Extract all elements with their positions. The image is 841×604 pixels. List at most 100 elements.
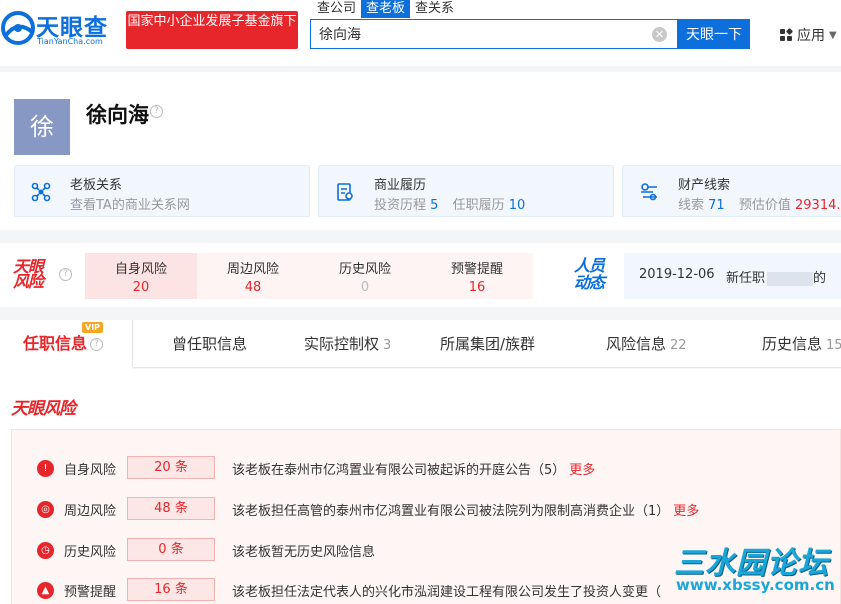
risk-row-desc: 该老板担任高管的泰州市亿鸿置业有限公司被法院列为限制高消费企业（1） 更多 — [232, 500, 699, 519]
risk-label: 预警提醒 — [450, 262, 503, 277]
card-title: 财产线索 — [678, 178, 731, 193]
risk-history[interactable]: 历史风险 0 — [309, 253, 421, 299]
chevron-down-icon: ▼ — [829, 29, 837, 41]
profile-card: 徐 徐向海 ? 老板关系 查看TA的商业关系网 商业履历 投资历程 5 任职履历… — [0, 72, 841, 230]
section-title: 天眼风险 — [11, 399, 76, 419]
tianyancha-logo-icon — [1, 11, 35, 45]
tab-count: 22 — [670, 338, 687, 353]
vip-badge: VIP — [82, 322, 104, 333]
risk-row-self: ! 自身风险 20 条 该老板在泰州市亿鸿置业有限公司被起诉的开庭公告（5） 更多 — [12, 456, 841, 480]
fund-badge[interactable]: 国家中小企业发展子基金旗下 — [126, 11, 298, 49]
risk-row-label: 预警提醒 — [64, 585, 117, 600]
alert-icon: ! — [37, 460, 54, 477]
risk-logo-line2: 风险 — [13, 272, 44, 291]
property-clue-card[interactable]: 财产线索 线索 71 预估价值 29314.8 — [622, 165, 841, 217]
more-link[interactable]: 更多 — [569, 463, 595, 478]
header: 天眼查 TianYanCha.com 国家中小企业发展子基金旗下 查公司 查老板… — [0, 0, 841, 66]
risk-row-label: 周边风险 — [64, 504, 117, 519]
dynamic-text-label: 新任职 — [726, 271, 766, 286]
risk-row-desc: 该老板在泰州市亿鸿置业有限公司被起诉的开庭公告（5） 更多 — [232, 459, 595, 478]
position-label: 任职履历 — [452, 198, 505, 213]
card-subtitle: 投资历程 5 任职履历 10 — [374, 194, 535, 213]
tab-label: 曾任职信息 — [172, 335, 248, 353]
dynamic-text: 新任职 的 — [726, 267, 826, 286]
risk-row-count[interactable]: 48 条 — [127, 497, 215, 520]
clear-icon[interactable]: ✕ — [652, 27, 667, 42]
dynamic-logo-line2: 动态 — [574, 273, 605, 292]
risk-summary: 自身风险 20 周边风险 48 历史风险 0 预警提醒 16 — [85, 253, 533, 299]
help-icon[interactable]: ? — [150, 105, 163, 118]
network-icon — [31, 182, 51, 202]
dynamic-date: 2019-12-06 — [639, 267, 715, 282]
business-history-card[interactable]: 商业履历 投资历程 5 任职履历 10 — [318, 165, 614, 217]
dynamic-text-tail: 的 — [813, 271, 827, 286]
tianyan-risk-logo: 天眼 风险 — [13, 259, 44, 291]
tab-label: 实际控制权 — [304, 335, 380, 353]
apps-label: 应用 — [797, 28, 825, 44]
resume-icon — [337, 183, 353, 201]
card-title: 商业履历 — [374, 178, 427, 193]
risk-row-surrounding: ◎ 周边风险 48 条 该老板担任高管的泰州市亿鸿置业有限公司被法院列为限制高消… — [12, 497, 841, 521]
logo[interactable]: 天眼查 TianYanCha.com — [0, 6, 125, 52]
risk-summary-bar: 天眼 风险 ? 自身风险 20 周边风险 48 历史风险 0 预警提醒 16 人… — [0, 243, 841, 307]
property-icon — [641, 183, 657, 201]
risk-row-count[interactable]: 0 条 — [127, 538, 215, 561]
tab-history-info[interactable]: 历史信息 15 — [762, 320, 841, 368]
logo-subtitle: TianYanCha.com — [37, 37, 103, 46]
apps-menu[interactable]: 应用 ▼ — [780, 25, 837, 45]
risk-value: 0 — [360, 280, 370, 295]
tab-count: 3 — [383, 338, 392, 353]
tab-label: 所属集团/族群 — [440, 335, 536, 353]
investment-label: 投资历程 — [374, 198, 427, 213]
help-icon[interactable]: ? — [90, 338, 104, 351]
watermark-url: www.xbssy.com.cn — [676, 576, 835, 594]
clue-count[interactable]: 71 — [708, 198, 725, 213]
blurred-company — [767, 271, 814, 286]
search-input[interactable] — [319, 24, 639, 44]
page: 天眼查 TianYanCha.com 国家中小企业发展子基金旗下 查公司 查老板… — [0, 0, 841, 604]
alarm-icon: ▲ — [37, 582, 54, 599]
tab-label: 任职信息 — [23, 334, 88, 353]
tab-risk-info[interactable]: 风险信息 22 — [606, 320, 687, 368]
risk-row-desc-text: 该老板担任高管的泰州市亿鸿置业有限公司被法院列为限制高消费企业（1） — [232, 504, 670, 519]
search-button[interactable]: 天眼一下 — [678, 19, 750, 49]
search-tab-company[interactable]: 查公司 — [312, 0, 361, 18]
risk-row-count[interactable]: 16 条 — [127, 578, 215, 601]
more-link[interactable]: 更多 — [673, 504, 699, 519]
position-count[interactable]: 10 — [509, 198, 526, 213]
card-subtitle: 查看TA的商业关系网 — [70, 198, 190, 213]
estimate-label: 预估价值 — [738, 198, 791, 213]
target-icon: ◎ — [37, 501, 54, 518]
clock-icon: ◷ — [37, 542, 54, 559]
search-box: ✕ — [310, 19, 678, 49]
help-icon[interactable]: ? — [59, 268, 72, 281]
risk-value: 48 — [244, 280, 262, 295]
risk-row-label: 自身风险 — [64, 463, 117, 478]
risk-warning[interactable]: 预警提醒 16 — [421, 253, 533, 299]
risk-row-count[interactable]: 20 条 — [127, 456, 215, 479]
info-tabs: 任职信息? VIP 曾任职信息 实际控制权 3 所属集团/族群 风险信息 22 历史… — [0, 320, 841, 369]
watermark: 三水园论坛 www.xbssy.com.cn — [660, 538, 841, 602]
search-type-tabs: 查公司 查老板 查关系 — [312, 0, 459, 18]
risk-row-label: 历史风险 — [64, 545, 117, 560]
risk-self[interactable]: 自身风险 20 — [85, 253, 197, 299]
risk-label: 自身风险 — [114, 262, 167, 277]
investment-count[interactable]: 5 — [430, 198, 438, 213]
personnel-dynamic-logo: 人员 动态 — [574, 257, 605, 292]
card-title: 老板关系 — [70, 178, 123, 193]
tab-positions[interactable]: 任职信息? VIP — [0, 320, 133, 369]
risk-surrounding[interactable]: 周边风险 48 — [197, 253, 309, 299]
card-subtitle: 线索 71 预估价值 29314.8 — [678, 194, 841, 213]
tab-group[interactable]: 所属集团/族群 — [440, 320, 535, 368]
personnel-dynamic[interactable]: 2019-12-06 新任职 的 — [624, 253, 841, 299]
boss-relation-card[interactable]: 老板关系 查看TA的商业关系网 — [14, 165, 310, 217]
risk-value: 16 — [468, 280, 486, 295]
tab-actual-control[interactable]: 实际控制权 3 — [304, 320, 391, 368]
risk-label: 历史风险 — [338, 262, 391, 277]
clue-label: 线索 — [678, 198, 705, 213]
risk-label: 周边风险 — [226, 262, 279, 277]
search-tab-boss[interactable]: 查老板 — [361, 0, 411, 18]
tab-label: 历史信息 — [762, 335, 823, 353]
search-tab-relation[interactable]: 查关系 — [410, 0, 459, 18]
tab-former-positions[interactable]: 曾任职信息 — [172, 320, 247, 368]
